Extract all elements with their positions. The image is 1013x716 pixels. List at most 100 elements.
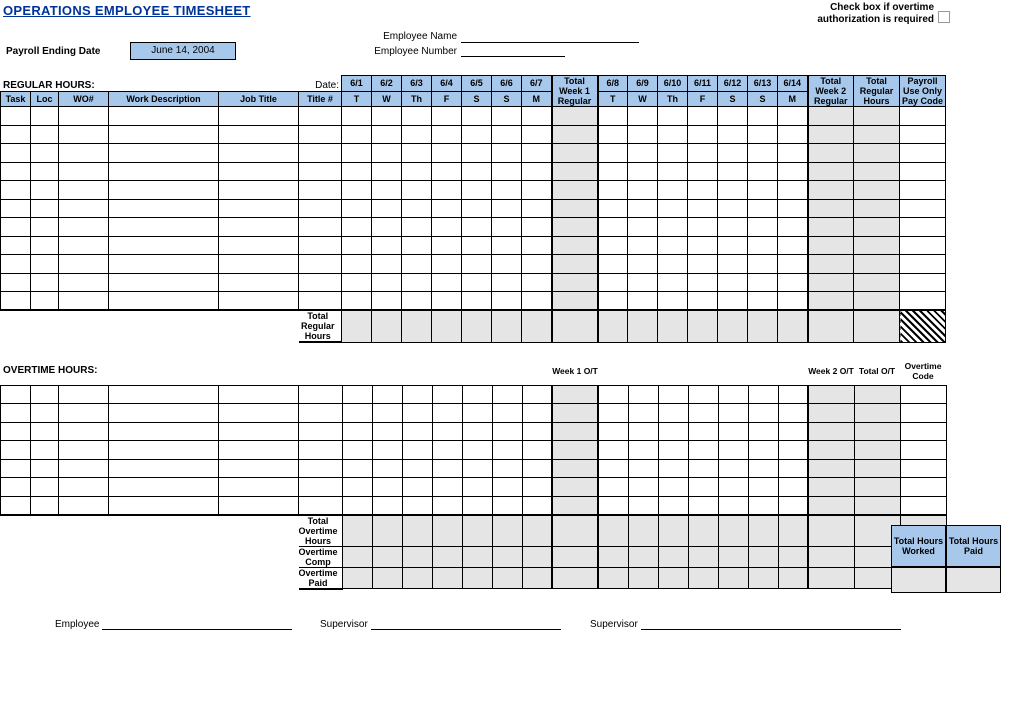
cell[interactable] (900, 125, 946, 144)
cell[interactable] (462, 125, 492, 144)
cell[interactable] (718, 273, 748, 292)
cell[interactable] (718, 292, 748, 311)
overtime-authorization-checkbox[interactable] (938, 11, 950, 23)
cell[interactable] (688, 496, 718, 515)
cell[interactable] (342, 478, 372, 497)
cell[interactable] (219, 199, 299, 218)
cell[interactable] (628, 292, 658, 311)
cell[interactable] (778, 162, 808, 181)
cell[interactable] (748, 459, 778, 478)
cell[interactable] (628, 255, 658, 274)
cell[interactable] (462, 496, 492, 515)
cell[interactable] (31, 273, 59, 292)
cell[interactable] (462, 218, 492, 237)
cell[interactable] (109, 273, 219, 292)
cell[interactable] (31, 107, 59, 126)
cell[interactable] (598, 273, 628, 292)
cell[interactable] (688, 162, 718, 181)
cell[interactable] (59, 181, 109, 200)
cell[interactable] (492, 459, 522, 478)
cell[interactable] (299, 441, 343, 460)
cell[interactable] (552, 162, 598, 181)
cell[interactable] (598, 107, 628, 126)
cell[interactable] (31, 181, 59, 200)
cell[interactable] (900, 255, 946, 274)
cell[interactable] (31, 385, 59, 404)
cell[interactable] (31, 422, 59, 441)
cell[interactable] (688, 422, 718, 441)
cell[interactable] (854, 292, 900, 311)
cell[interactable] (778, 496, 808, 515)
cell[interactable] (900, 459, 946, 478)
cell[interactable] (778, 125, 808, 144)
cell[interactable] (552, 292, 598, 311)
cell[interactable] (492, 162, 522, 181)
cell[interactable] (628, 144, 658, 163)
cell[interactable] (628, 404, 658, 423)
cell[interactable] (778, 459, 808, 478)
cell[interactable] (372, 385, 402, 404)
cell[interactable] (372, 441, 402, 460)
cell[interactable] (492, 273, 522, 292)
cell[interactable] (778, 422, 808, 441)
cell[interactable] (372, 496, 402, 515)
cell[interactable] (31, 199, 59, 218)
cell[interactable] (299, 162, 342, 181)
cell[interactable] (900, 199, 946, 218)
cell[interactable] (372, 478, 402, 497)
cell[interactable] (854, 478, 900, 497)
cell[interactable] (492, 496, 522, 515)
cell[interactable] (522, 236, 552, 255)
cell[interactable] (492, 125, 522, 144)
cell[interactable] (342, 144, 372, 163)
cell[interactable] (628, 273, 658, 292)
cell[interactable] (59, 144, 109, 163)
cell[interactable] (552, 199, 598, 218)
cell[interactable] (808, 199, 854, 218)
cell[interactable] (402, 404, 432, 423)
cell[interactable] (342, 181, 372, 200)
cell[interactable] (109, 496, 219, 515)
cell[interactable] (658, 478, 688, 497)
cell[interactable] (432, 199, 462, 218)
cell[interactable] (808, 422, 854, 441)
cell[interactable] (522, 144, 552, 163)
cell[interactable] (854, 255, 900, 274)
employee-name-field[interactable] (461, 42, 639, 43)
cell[interactable] (109, 107, 219, 126)
cell[interactable] (658, 236, 688, 255)
cell[interactable] (522, 162, 552, 181)
cell[interactable] (31, 441, 59, 460)
cell[interactable] (432, 236, 462, 255)
employee-signature-line[interactable] (102, 617, 292, 630)
cell[interactable] (598, 236, 628, 255)
cell[interactable] (854, 125, 900, 144)
cell[interactable] (402, 181, 432, 200)
cell[interactable] (522, 273, 552, 292)
cell[interactable] (748, 218, 778, 237)
cell[interactable] (748, 478, 778, 497)
cell[interactable] (372, 422, 402, 441)
cell[interactable] (462, 255, 492, 274)
cell[interactable] (372, 255, 402, 274)
cell[interactable] (402, 478, 432, 497)
cell[interactable] (778, 144, 808, 163)
cell[interactable] (808, 459, 854, 478)
cell[interactable] (59, 125, 109, 144)
cell[interactable] (462, 441, 492, 460)
cell[interactable] (402, 292, 432, 311)
cell[interactable] (372, 181, 402, 200)
cell[interactable] (219, 162, 299, 181)
cell[interactable] (31, 478, 59, 497)
cell[interactable] (432, 181, 462, 200)
cell[interactable] (748, 496, 778, 515)
cell[interactable] (748, 107, 778, 126)
cell[interactable] (342, 422, 372, 441)
cell[interactable] (628, 422, 658, 441)
cell[interactable] (432, 218, 462, 237)
cell[interactable] (628, 459, 658, 478)
cell[interactable] (402, 385, 432, 404)
cell[interactable] (628, 107, 658, 126)
cell[interactable] (109, 422, 219, 441)
cell[interactable] (432, 125, 462, 144)
